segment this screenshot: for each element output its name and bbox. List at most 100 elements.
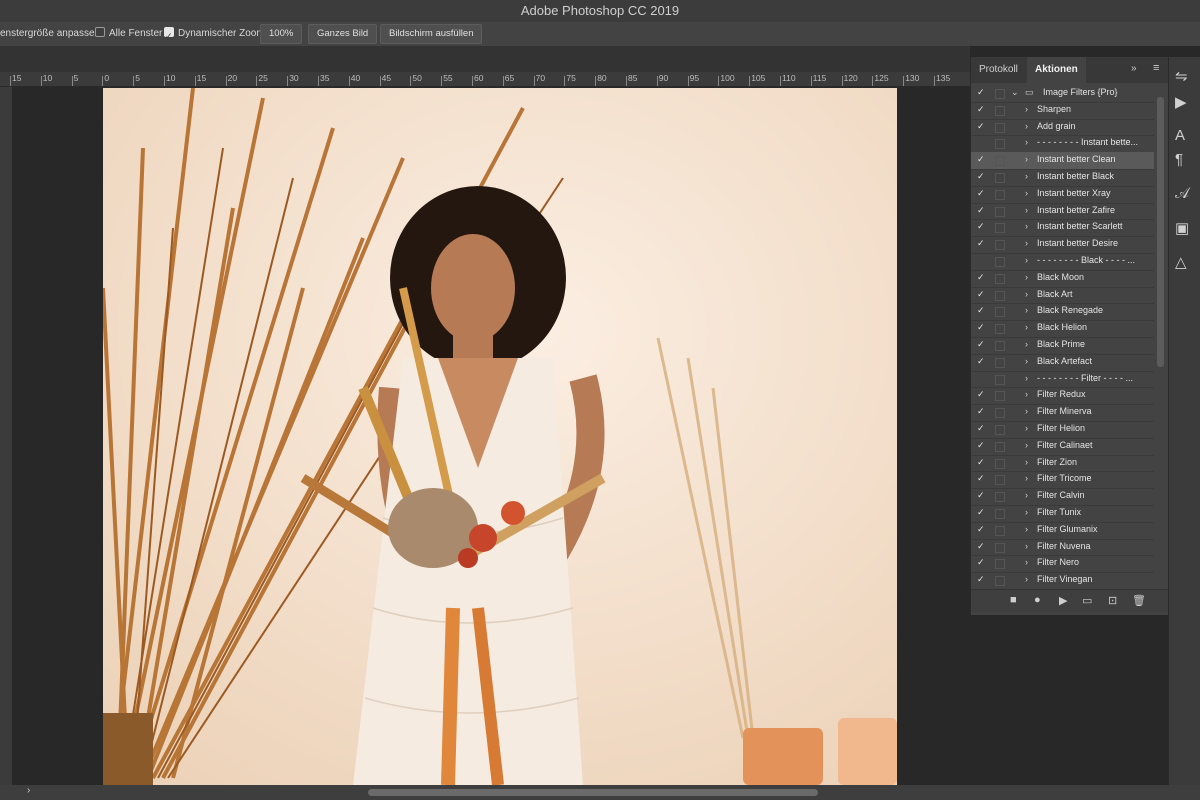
action-row[interactable]: ✓ › Black Art — [971, 287, 1154, 305]
toggle-check-icon[interactable]: ✓ — [977, 440, 987, 451]
toggle-check-icon[interactable]: ✓ — [977, 104, 987, 115]
folder-icon[interactable]: ▭ — [1082, 594, 1092, 607]
toggle-check-icon[interactable]: ✓ — [977, 339, 987, 350]
chevron-right-icon[interactable]: › — [1025, 574, 1028, 584]
record-icon[interactable]: ● — [1034, 594, 1041, 606]
action-row[interactable]: ✓ › Filter Helion — [971, 421, 1154, 439]
dialog-toggle-box[interactable] — [995, 458, 1005, 469]
chevron-right-icon[interactable]: › — [1025, 440, 1028, 450]
action-row[interactable]: ✓ › Instant better Clean — [971, 152, 1154, 170]
toggle-check-icon[interactable]: ✓ — [977, 524, 987, 535]
toggle-check-icon[interactable]: ✓ — [977, 154, 987, 165]
dialog-toggle-box[interactable] — [995, 240, 1005, 251]
dialog-toggle-box[interactable] — [995, 89, 1005, 99]
dialog-toggle-box[interactable] — [995, 559, 1005, 570]
dialog-toggle-box[interactable] — [995, 425, 1005, 435]
toggle-check-icon[interactable]: ✓ — [977, 221, 987, 232]
action-row[interactable]: › - - - - - - - - Black - - - - ... — [971, 253, 1154, 271]
dialog-toggle-box[interactable] — [995, 257, 1005, 267]
chevron-down-icon[interactable]: ⌄ — [1011, 87, 1019, 98]
dialog-toggle-box[interactable] — [995, 475, 1005, 486]
chevron-right-icon[interactable]: › — [1025, 154, 1028, 164]
history-icon[interactable]: ⇋ — [1175, 67, 1188, 85]
chevron-right-icon[interactable]: › — [1025, 356, 1028, 366]
character-icon[interactable]: A — [1175, 127, 1185, 144]
toggle-check-icon[interactable]: ✓ — [977, 121, 987, 132]
dialog-toggle-box[interactable] — [995, 509, 1005, 519]
toggle-check-icon[interactable]: ✓ — [977, 322, 987, 333]
tab-protokoll[interactable]: Protokoll — [971, 57, 1026, 83]
chevron-right-icon[interactable]: › — [1025, 406, 1028, 416]
action-row[interactable]: ✓ › Filter Vinegan — [971, 572, 1154, 589]
histogram-icon[interactable]: △ — [1175, 253, 1187, 271]
action-row[interactable]: ✓ › Black Artefact — [971, 354, 1154, 372]
new-action-icon[interactable]: ⊡ — [1108, 594, 1117, 607]
dialog-toggle-box[interactable] — [995, 206, 1005, 217]
chevron-right-icon[interactable]: › — [1025, 171, 1028, 181]
dialog-toggle-box[interactable] — [995, 341, 1005, 351]
chevron-right-icon[interactable]: › — [1025, 457, 1028, 467]
toggle-check-icon[interactable]: ✓ — [977, 289, 987, 300]
action-row[interactable]: ✓ › Filter Nero — [971, 555, 1154, 574]
toggle-check-icon[interactable]: ✓ — [977, 541, 987, 552]
toggle-check-icon[interactable]: ✓ — [977, 171, 987, 182]
chevron-right-icon[interactable]: › — [1025, 121, 1028, 131]
checkbox-checked-icon[interactable] — [164, 24, 174, 48]
toggle-check-icon[interactable]: ✓ — [977, 188, 987, 199]
dialog-toggle-box[interactable] — [995, 542, 1005, 553]
chevron-right-icon[interactable]: › — [1025, 188, 1028, 198]
panel-scrollbar[interactable] — [1157, 97, 1164, 367]
chevron-right-icon[interactable]: › — [1025, 541, 1028, 551]
fill-screen-button[interactable]: Bildschirm ausfüllen — [380, 24, 483, 44]
dialog-toggle-box[interactable] — [995, 189, 1005, 200]
chevron-right-icon[interactable]: › — [1025, 255, 1028, 265]
action-row[interactable]: ✓ › Filter Nuvena — [971, 539, 1154, 557]
toggle-check-icon[interactable]: ✓ — [977, 356, 987, 367]
chevron-right-icon[interactable]: › — [1025, 373, 1028, 383]
action-row[interactable]: ✓ › Filter Tricome — [971, 471, 1154, 490]
tab-aktionen[interactable]: Aktionen — [1027, 57, 1086, 83]
chevron-right-icon[interactable]: › — [1025, 104, 1028, 114]
chevron-right-icon[interactable]: › — [1025, 423, 1028, 433]
paragraph-icon[interactable]: ¶ — [1175, 151, 1183, 168]
chevron-right-icon[interactable]: › — [1025, 507, 1028, 517]
panel-menu-icon[interactable]: ≡ — [1153, 62, 1159, 74]
play-icon[interactable]: ▶ — [1059, 594, 1067, 607]
dialog-toggle-box[interactable] — [995, 290, 1005, 301]
toggle-check-icon[interactable]: ✓ — [977, 238, 987, 249]
chevron-right-icon[interactable]: › — [1025, 490, 1028, 500]
chevron-right-icon[interactable]: › — [1025, 137, 1028, 147]
dialog-toggle-box[interactable] — [995, 173, 1005, 183]
toggle-check-icon[interactable]: ✓ — [977, 473, 987, 484]
dialog-toggle-box[interactable] — [995, 441, 1005, 452]
dynamic-zoom-checkbox[interactable]: Dynamischer Zoom — [164, 22, 265, 48]
stop-icon[interactable]: ■ — [1010, 594, 1017, 606]
action-row[interactable]: ✓ › Sharpen — [971, 102, 1154, 120]
all-windows-checkbox[interactable]: Alle Fenster — [95, 22, 162, 46]
actions-play-icon[interactable]: ▶ — [1175, 93, 1187, 111]
toggle-check-icon[interactable]: ✓ — [977, 406, 987, 417]
collapse-icon[interactable]: » — [1131, 63, 1137, 74]
chevron-right-icon[interactable]: › — [1025, 557, 1028, 567]
properties-icon[interactable]: ▣ — [1175, 219, 1189, 237]
action-row[interactable]: ✓ › Black Helion — [971, 320, 1154, 338]
document-image[interactable] — [103, 88, 897, 785]
action-row[interactable]: › - - - - - - - - Filter - - - - ... — [971, 371, 1154, 389]
dialog-toggle-box[interactable] — [995, 357, 1005, 368]
dialog-toggle-box[interactable] — [995, 324, 1005, 335]
action-row[interactable]: ✓ › Filter Redux — [971, 387, 1154, 406]
chevron-right-icon[interactable]: › — [1025, 221, 1028, 231]
horizontal-scrollbar[interactable] — [368, 789, 818, 796]
chevron-right-icon[interactable]: › — [1025, 473, 1028, 483]
dialog-toggle-box[interactable] — [995, 307, 1005, 318]
toggle-check-icon[interactable]: ✓ — [977, 457, 987, 468]
dialog-toggle-box[interactable] — [995, 492, 1005, 503]
fit-screen-button[interactable]: Ganzes Bild — [308, 24, 378, 44]
dialog-toggle-box[interactable] — [995, 408, 1005, 419]
dialog-toggle-box[interactable] — [995, 374, 1005, 385]
toggle-check-icon[interactable]: ✓ — [977, 87, 987, 98]
chevron-right-icon[interactable]: › — [1025, 205, 1028, 215]
dialog-toggle-box[interactable] — [995, 156, 1005, 167]
toggle-check-icon[interactable]: ✓ — [977, 507, 987, 518]
chevron-right-icon[interactable]: › — [1025, 339, 1028, 349]
